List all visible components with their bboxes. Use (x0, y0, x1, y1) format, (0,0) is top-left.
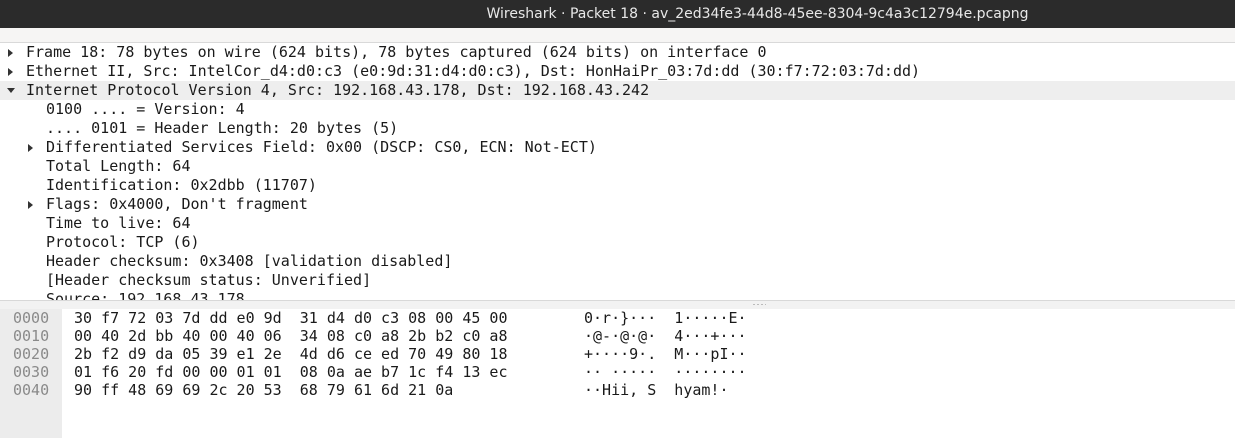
tree-row-label: .... 0101 = Header Length: 20 bytes (5) (46, 119, 399, 137)
expander-right-icon[interactable] (26, 195, 36, 214)
tree-row[interactable]: Total Length: 64 (0, 157, 1235, 176)
tree-row-label: Differentiated Services Field: 0x00 (DSC… (46, 138, 597, 156)
ascii-bytes[interactable]: ·@-·@·@· 4···+··· (584, 327, 747, 345)
tree-row-label: Identification: 0x2dbb (11707) (46, 176, 317, 194)
expander-right-icon[interactable] (6, 43, 16, 62)
triangle-right-icon (28, 144, 33, 152)
tree-row-label: Flags: 0x4000, Don't fragment (46, 195, 308, 213)
bytes-row[interactable]: 0020 2b f2 d9 da 05 39 e1 2e 4d d6 ce ed … (0, 345, 1235, 363)
expander-right-icon[interactable] (26, 138, 36, 157)
bytes-row[interactable]: 0000 30 f7 72 03 7d dd e0 9d 31 d4 d0 c3 … (0, 309, 1235, 327)
ascii-bytes[interactable]: ·· ····· ········ (584, 363, 747, 381)
tree-row[interactable]: Header checksum: 0x3408 [validation disa… (0, 252, 1235, 271)
triangle-right-icon (8, 68, 13, 76)
tree-row[interactable]: Internet Protocol Version 4, Src: 192.16… (0, 81, 1235, 100)
tree-row[interactable]: Frame 18: 78 bytes on wire (624 bits), 7… (0, 43, 1235, 62)
hex-bytes[interactable]: 2b f2 d9 da 05 39 e1 2e 4d d6 ce ed 70 4… (74, 345, 507, 363)
tree-row[interactable]: Protocol: TCP (6) (0, 233, 1235, 252)
tree-row[interactable]: [Header checksum status: Unverified] (0, 271, 1235, 290)
bytes-row[interactable]: 0030 01 f6 20 fd 00 00 01 01 08 0a ae b7 … (0, 363, 1235, 381)
tree-row[interactable]: .... 0101 = Header Length: 20 bytes (5) (0, 119, 1235, 138)
tree-row-label: Time to live: 64 (46, 214, 191, 232)
bytes-row[interactable]: 0010 00 40 2d bb 40 00 40 06 34 08 c0 a8 … (0, 327, 1235, 345)
triangle-right-icon (8, 49, 13, 57)
packet-bytes-pane[interactable]: 0000 30 f7 72 03 7d dd e0 9d 31 d4 d0 c3 … (0, 309, 1235, 438)
tree-row-label: Protocol: TCP (6) (46, 233, 200, 251)
tree-row[interactable]: Time to live: 64 (0, 214, 1235, 233)
tree-row-label: [Header checksum status: Unverified] (46, 271, 372, 289)
splitter-grip-icon (752, 303, 766, 306)
tree-row-label: Frame 18: 78 bytes on wire (624 bits), 7… (26, 43, 767, 61)
byte-offset: 0020 (13, 345, 50, 363)
hex-bytes[interactable]: 90 ff 48 69 69 2c 20 53 68 79 61 6d 21 0… (74, 381, 453, 399)
byte-offset: 0040 (13, 381, 50, 399)
expander-right-icon[interactable] (6, 62, 16, 81)
expander-down-icon[interactable] (6, 81, 16, 100)
window-titlebar: Wireshark · Packet 18 · av_2ed34fe3-44d8… (0, 0, 1235, 28)
toolbar-gap (0, 28, 1235, 42)
tree-row-label: 0100 .... = Version: 4 (46, 100, 245, 118)
ascii-bytes[interactable]: +····9·. M···pI·· (584, 345, 747, 363)
triangle-right-icon (28, 201, 33, 209)
byte-offset: 0000 (13, 309, 50, 327)
tree-row-label: Ethernet II, Src: IntelCor_d4:d0:c3 (e0:… (26, 62, 921, 80)
hex-bytes[interactable]: 30 f7 72 03 7d dd e0 9d 31 d4 d0 c3 08 0… (74, 309, 507, 327)
tree-row-label: Internet Protocol Version 4, Src: 192.16… (26, 81, 650, 99)
packet-details-tree[interactable]: Frame 18: 78 bytes on wire (624 bits), 7… (0, 42, 1235, 301)
byte-offset: 0030 (13, 363, 50, 381)
tree-row[interactable]: Ethernet II, Src: IntelCor_d4:d0:c3 (e0:… (0, 62, 1235, 81)
tree-row[interactable]: Flags: 0x4000, Don't fragment (0, 195, 1235, 214)
window-title: Wireshark · Packet 18 · av_2ed34fe3-44d8… (486, 6, 1029, 22)
tree-row-label: Total Length: 64 (46, 157, 191, 175)
tree-row[interactable]: 0100 .... = Version: 4 (0, 100, 1235, 119)
hex-bytes[interactable]: 00 40 2d bb 40 00 40 06 34 08 c0 a8 2b b… (74, 327, 507, 345)
ascii-bytes[interactable]: 0·r·}··· 1·····E· (584, 309, 747, 327)
hex-bytes[interactable]: 01 f6 20 fd 00 00 01 01 08 0a ae b7 1c f… (74, 363, 507, 381)
triangle-down-icon (7, 88, 15, 93)
ascii-bytes[interactable]: ··Hii, S hyam!· (584, 381, 729, 399)
tree-row[interactable]: Identification: 0x2dbb (11707) (0, 176, 1235, 195)
tree-row-label: Header checksum: 0x3408 [validation disa… (46, 252, 453, 270)
bytes-row[interactable]: 0040 90 ff 48 69 69 2c 20 53 68 79 61 6d … (0, 381, 1235, 399)
byte-offset: 0010 (13, 327, 50, 345)
tree-row[interactable]: Differentiated Services Field: 0x00 (DSC… (0, 138, 1235, 157)
